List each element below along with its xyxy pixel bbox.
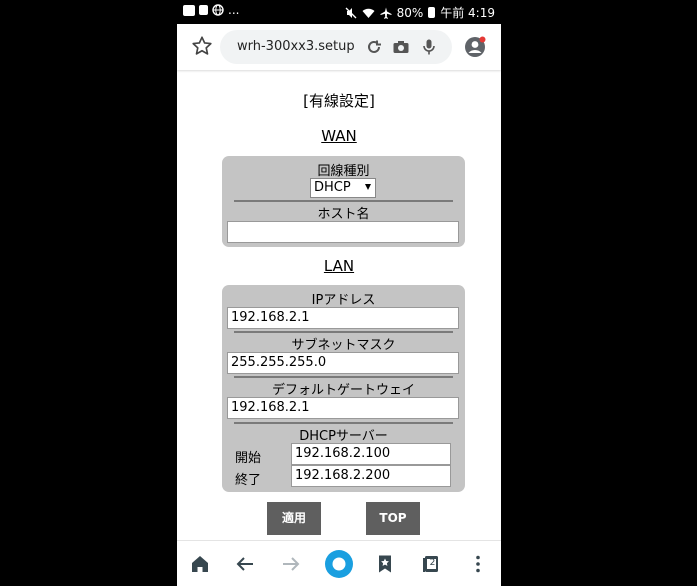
star-icon[interactable] bbox=[191, 35, 213, 57]
browser-toolbar: wrh-300xx3.setup bbox=[177, 24, 501, 70]
status-overflow: ... bbox=[228, 3, 240, 17]
bookmarks-icon[interactable] bbox=[374, 553, 396, 575]
browser-icon[interactable] bbox=[324, 549, 354, 579]
tab-count: 2 bbox=[429, 558, 436, 568]
apply-button[interactable]: 適用 bbox=[267, 502, 321, 535]
calendar-icon bbox=[199, 5, 208, 15]
chevron-down-icon bbox=[365, 184, 371, 190]
line-type-select[interactable]: DHCP bbox=[310, 178, 376, 198]
dhcp-end-input[interactable]: 192.168.2.200 bbox=[291, 465, 451, 487]
lan-heading: LAN bbox=[323, 257, 355, 275]
url-text: wrh-300xx3.setup bbox=[237, 39, 355, 54]
dhcp-start-input[interactable]: 192.168.2.100 bbox=[291, 443, 451, 465]
hostname-label: ホスト名 bbox=[317, 207, 370, 222]
back-icon[interactable] bbox=[234, 553, 256, 575]
divider bbox=[234, 331, 453, 333]
mute-icon bbox=[345, 7, 357, 18]
home-icon[interactable] bbox=[189, 553, 211, 575]
battery-level: 80% bbox=[396, 5, 424, 20]
image-icon bbox=[183, 4, 195, 16]
wan-heading: WAN bbox=[321, 127, 357, 145]
wan-panel: 回線種別 DHCP ホスト名 bbox=[222, 156, 465, 247]
page-content: [有線設定] WAN 回線種別 DHCP ホスト名 LAN IPアドレス 192… bbox=[177, 70, 501, 540]
hostname-input[interactable] bbox=[227, 221, 459, 243]
wifi-icon bbox=[362, 8, 375, 18]
account-icon[interactable] bbox=[464, 36, 486, 58]
bottom-toolbar: 2 bbox=[177, 540, 501, 586]
gateway-label: デフォルトゲートウェイ bbox=[271, 383, 415, 398]
phone-screen: ... 80% 午前 4:19 wrh-300xx3.setup [有線設定] … bbox=[177, 0, 501, 586]
ip-address-input[interactable]: 192.168.2.1 bbox=[227, 307, 459, 329]
menu-icon[interactable] bbox=[467, 553, 489, 575]
reload-icon[interactable] bbox=[365, 38, 383, 56]
airplane-icon bbox=[380, 7, 392, 19]
subnet-label: サブネットマスク bbox=[291, 338, 396, 353]
tabs-button[interactable]: 2 bbox=[420, 553, 442, 575]
lan-panel: IPアドレス 192.168.2.1 サブネットマスク 255.255.255.… bbox=[222, 285, 465, 492]
dhcp-end-label: 終了 bbox=[235, 473, 262, 488]
page-title: [有線設定] bbox=[303, 92, 375, 110]
globe-icon bbox=[212, 4, 224, 16]
subnet-mask-input[interactable]: 255.255.255.0 bbox=[227, 352, 459, 374]
forward-icon[interactable] bbox=[280, 553, 302, 575]
address-bar[interactable]: wrh-300xx3.setup bbox=[220, 30, 452, 64]
status-bar: ... 80% 午前 4:19 bbox=[177, 0, 501, 24]
divider bbox=[234, 376, 453, 378]
gateway-input[interactable]: 192.168.2.1 bbox=[227, 397, 459, 419]
mic-icon[interactable] bbox=[420, 38, 438, 56]
dhcp-start-label: 開始 bbox=[235, 451, 262, 466]
battery-icon bbox=[428, 7, 436, 18]
ip-label: IPアドレス bbox=[311, 293, 376, 308]
camera-icon[interactable] bbox=[392, 38, 410, 56]
clock: 午前 4:19 bbox=[440, 6, 495, 20]
dhcp-server-label: DHCPサーバー bbox=[299, 429, 388, 444]
divider bbox=[234, 200, 453, 202]
line-type-label: 回線種別 bbox=[317, 164, 370, 179]
line-type-value: DHCP bbox=[314, 180, 351, 195]
divider bbox=[234, 422, 453, 424]
top-button[interactable]: TOP bbox=[366, 502, 420, 535]
